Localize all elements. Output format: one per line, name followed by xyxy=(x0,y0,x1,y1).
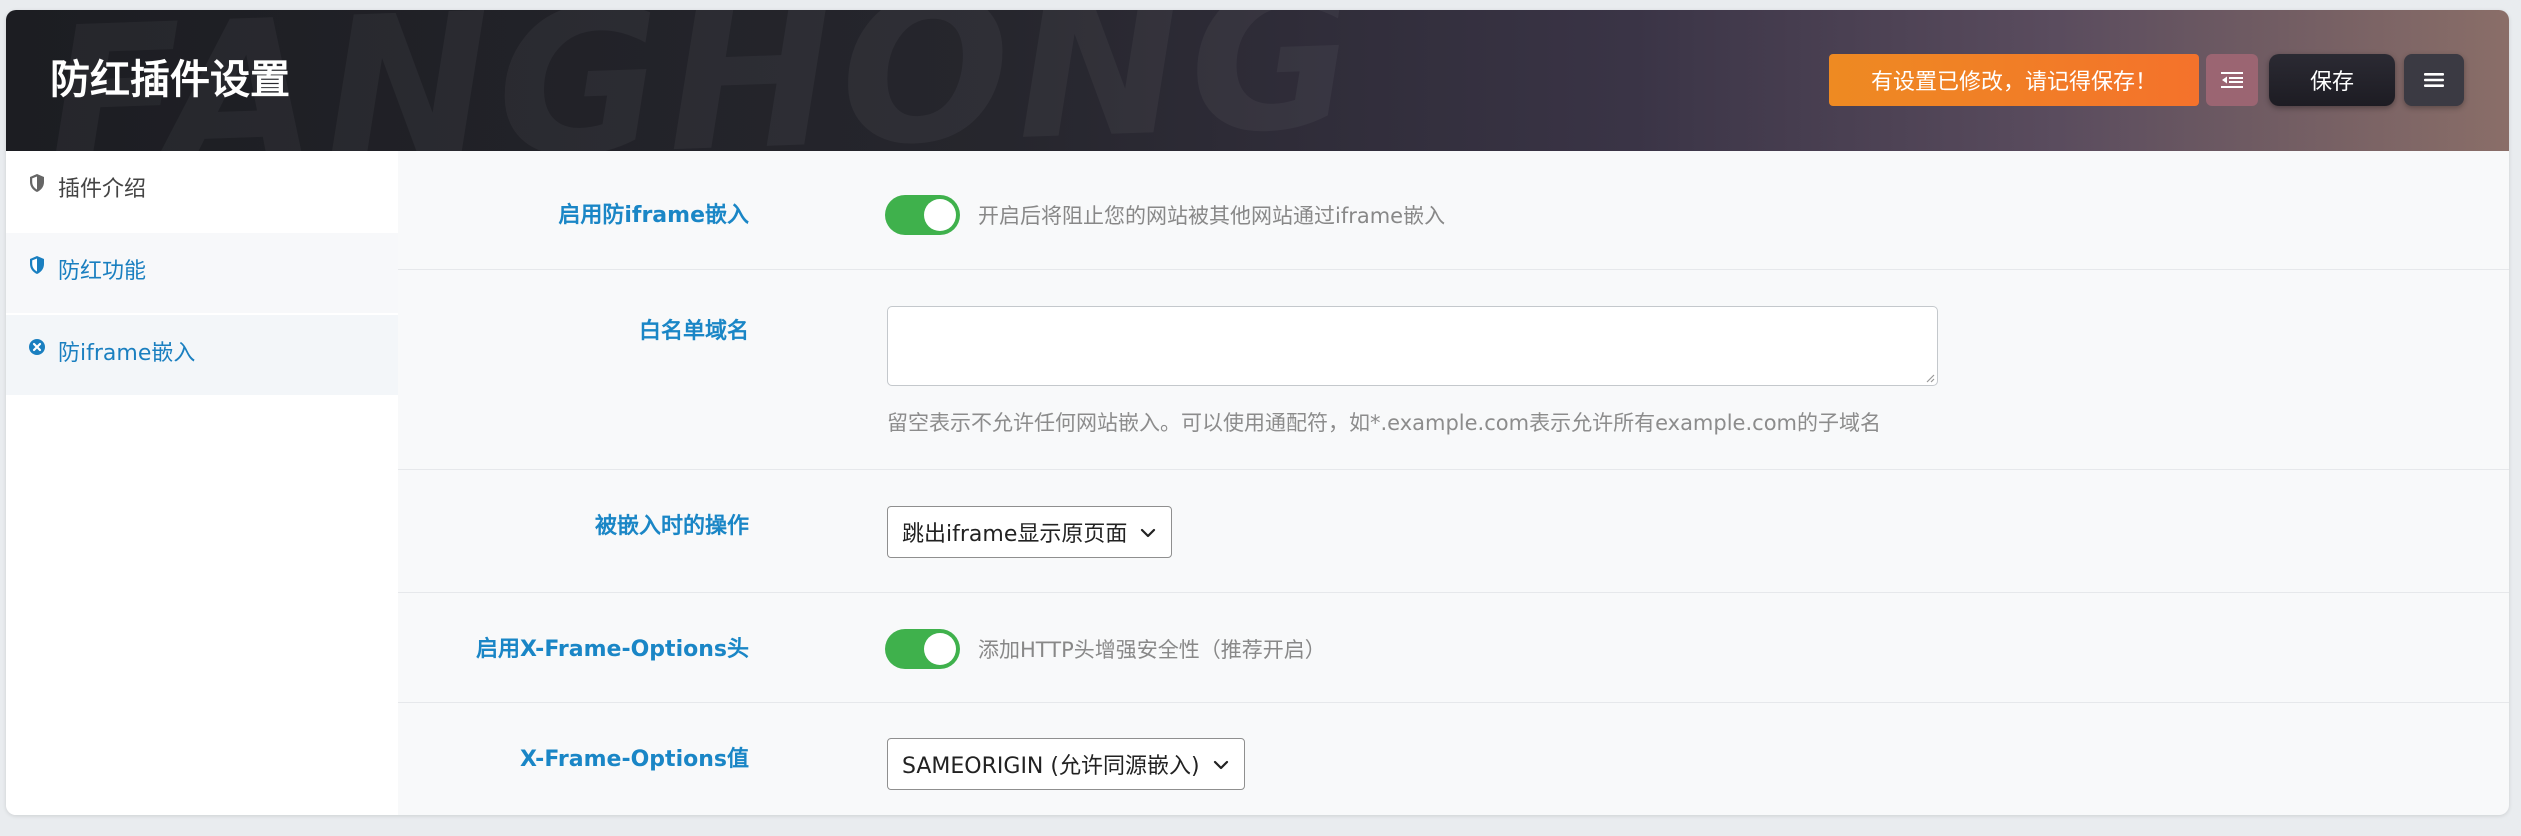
toggle-knob xyxy=(924,199,956,231)
setting-row-enable-anti-iframe: 启用防iframe嵌入 开启后将阻止您的网站被其他网站通过iframe嵌入 xyxy=(398,151,2509,270)
whitelist-textarea[interactable] xyxy=(887,306,1938,386)
header: FANGHONG 防红插件设置 有设置已修改，请记得保存！ 保存 xyxy=(6,10,2509,151)
chevron-down-icon xyxy=(1213,760,1228,770)
whitelist-help-text: 留空表示不允许任何网站嵌入。可以使用通配符，如*.example.com表示允许… xyxy=(887,411,1882,435)
sidebar-item-intro[interactable]: 插件介绍 xyxy=(6,151,398,231)
close-circle-icon xyxy=(29,339,45,355)
page-title: 防红插件设置 xyxy=(50,57,290,103)
settings-panel: FANGHONG 防红插件设置 有设置已修改，请记得保存！ 保存 xyxy=(6,10,2509,815)
xfo-value-select[interactable]: SAMEORIGIN (允许同源嵌入) xyxy=(887,738,1245,790)
setting-description: 开启后将阻止您的网站被其他网站通过iframe嵌入 xyxy=(978,204,1446,228)
embed-action-select[interactable]: 跳出iframe显示原页面 xyxy=(887,506,1173,558)
indent-icon xyxy=(2221,72,2243,88)
resize-handle-icon[interactable] xyxy=(1925,373,1935,383)
setting-row-whitelist: 白名单域名 留空表示不允许任何网站嵌入。可以使用通配符，如*.example.c… xyxy=(398,270,2509,470)
setting-label: 被嵌入时的操作 xyxy=(594,514,749,539)
sidebar: 插件介绍 防红功能 防iframe嵌入 xyxy=(6,151,398,815)
collapse-sidebar-button[interactable] xyxy=(2206,54,2258,106)
xfo-toggle[interactable] xyxy=(885,629,960,669)
shield-icon xyxy=(30,174,44,192)
setting-label: 白名单域名 xyxy=(638,319,749,344)
sidebar-item-label: 防iframe嵌入 xyxy=(58,341,196,366)
setting-row-embed-action: 被嵌入时的操作 跳出iframe显示原页面 xyxy=(398,470,2509,593)
unsaved-notice-button[interactable]: 有设置已修改，请记得保存！ xyxy=(1829,54,2199,106)
sidebar-item-anti-red[interactable]: 防红功能 xyxy=(6,233,398,313)
setting-row-enable-xfo: 启用X-Frame-Options头 添加HTTP头增强安全性（推荐开启） xyxy=(398,593,2509,703)
sidebar-item-label: 插件介绍 xyxy=(58,177,147,202)
shield-icon xyxy=(30,256,44,274)
select-value: 跳出iframe显示原页面 xyxy=(902,522,1128,547)
setting-label: 启用X-Frame-Options头 xyxy=(476,637,749,662)
setting-row-xfo-value: X-Frame-Options值 SAMEORIGIN (允许同源嵌入) xyxy=(398,703,2509,815)
anti-iframe-toggle[interactable] xyxy=(885,195,960,235)
setting-description: 添加HTTP头增强安全性（推荐开启） xyxy=(978,638,1326,662)
sidebar-item-anti-iframe[interactable]: 防iframe嵌入 xyxy=(6,315,398,395)
sidebar-item-label: 防红功能 xyxy=(58,259,147,284)
chevron-down-icon xyxy=(1141,528,1156,538)
settings-content: 启用防iframe嵌入 开启后将阻止您的网站被其他网站通过iframe嵌入 白名… xyxy=(398,151,2509,815)
setting-label: X-Frame-Options值 xyxy=(520,747,749,772)
hamburger-icon xyxy=(2424,73,2444,87)
setting-label: 启用防iframe嵌入 xyxy=(558,203,749,228)
select-value: SAMEORIGIN (允许同源嵌入) xyxy=(902,754,1200,779)
toggle-knob xyxy=(924,633,956,665)
save-button[interactable]: 保存 xyxy=(2269,54,2395,106)
menu-button[interactable] xyxy=(2404,54,2464,106)
